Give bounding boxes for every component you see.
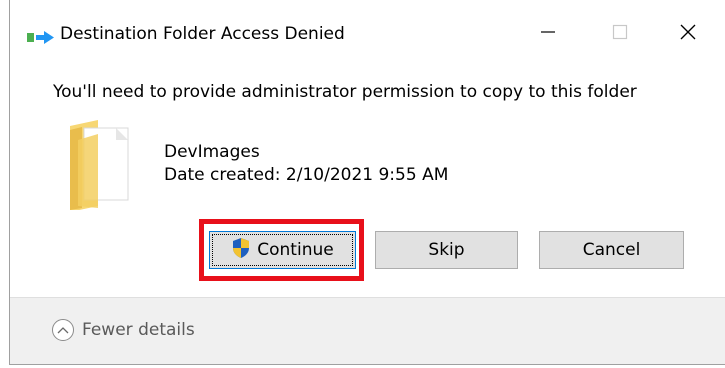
folder-icon: [68, 118, 132, 212]
skip-label: Skip: [428, 240, 465, 260]
title-bar[interactable]: Destination Folder Access Denied: [10, 0, 725, 70]
copy-transfer-icon: [27, 30, 55, 44]
permission-message: You'll need to provide administrator per…: [53, 82, 637, 102]
minimize-icon: [540, 24, 556, 44]
continue-button[interactable]: Continue: [209, 231, 356, 269]
cancel-label: Cancel: [582, 240, 641, 260]
chevron-up-icon: [52, 319, 74, 341]
details-footer: Fewer details: [10, 297, 725, 364]
file-date-created: Date created: 2/10/2021 9:55 AM: [164, 165, 449, 185]
fewer-details-toggle[interactable]: Fewer details: [52, 319, 195, 341]
close-button[interactable]: [665, 13, 711, 55]
file-name: DevImages: [164, 142, 260, 162]
window-title: Destination Folder Access Denied: [60, 24, 345, 44]
close-icon: [679, 23, 697, 45]
fewer-details-label: Fewer details: [82, 320, 195, 340]
maximize-button[interactable]: [597, 13, 643, 55]
cancel-button[interactable]: Cancel: [539, 231, 684, 269]
minimize-button[interactable]: [525, 13, 571, 55]
continue-label: Continue: [257, 240, 334, 260]
uac-shield-icon: [231, 237, 251, 264]
maximize-icon: [612, 24, 628, 44]
dialog-window: Destination Folder Access Denied You'll …: [9, 0, 725, 365]
skip-button[interactable]: Skip: [375, 231, 518, 269]
screenshot-page: Destination Folder Access Denied You'll …: [0, 0, 725, 368]
